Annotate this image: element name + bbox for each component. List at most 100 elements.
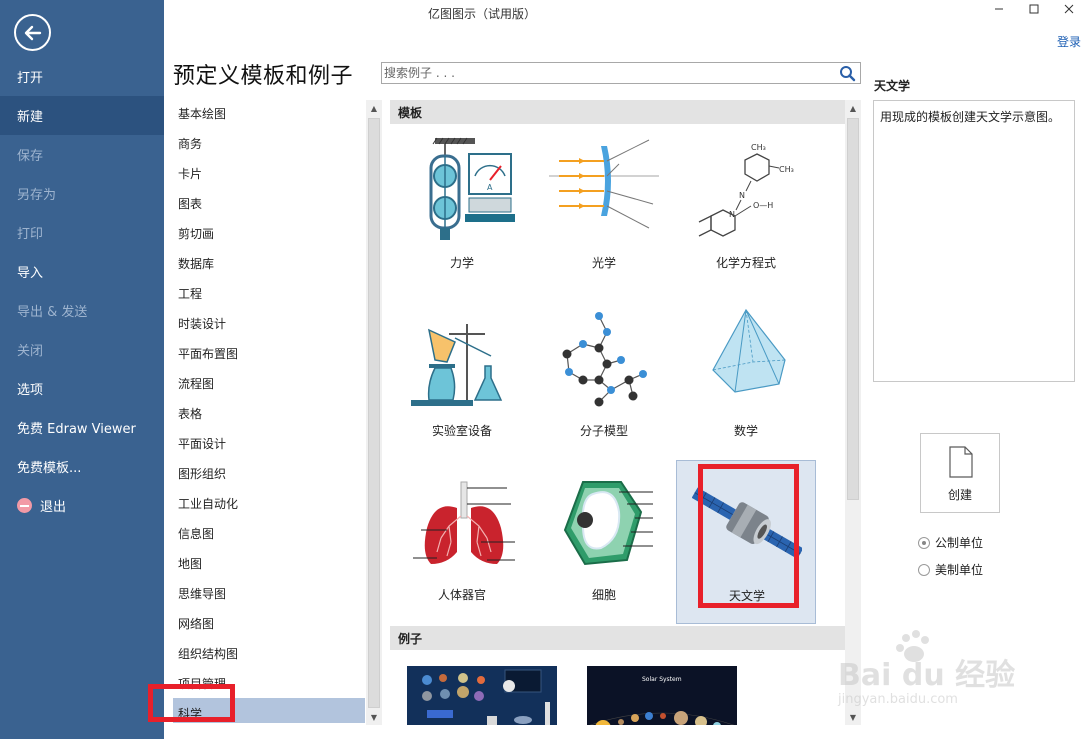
category-item[interactable]: 组织结构图 [173, 638, 365, 668]
nav-save-as-label: 另存为 [17, 188, 57, 203]
template-tile-molecular-model[interactable]: 分子模型 [534, 296, 674, 460]
nav-export-send[interactable]: 导出 & 发送 [0, 291, 164, 330]
category-scrollbar[interactable]: ▲ ▼ [366, 100, 382, 725]
unit-us-option[interactable]: 美制单位 [918, 561, 983, 578]
create-button[interactable]: 创建 [920, 433, 1000, 513]
templates-section-header: 模板 [390, 100, 845, 124]
nav-free-viewer[interactable]: 免费 Edraw Viewer [0, 408, 164, 447]
template-label: 天文学 [728, 589, 765, 603]
page-title: 预定义模板和例子 [173, 64, 354, 89]
template-tile-optics[interactable]: 光学 [534, 128, 674, 292]
back-button[interactable] [14, 14, 51, 51]
nav-export-send-label: 导出 & 发送 [17, 305, 88, 320]
category-item[interactable]: 项目管理 [173, 668, 365, 698]
login-link[interactable]: 登录 [1057, 33, 1081, 50]
mathematics-thumbnail [712, 308, 786, 393]
category-item[interactable]: 工程 [173, 278, 365, 308]
nav-save[interactable]: 保存 [0, 135, 164, 174]
category-item[interactable]: 科学 [173, 698, 365, 723]
close-window-button[interactable] [1060, 2, 1078, 16]
nav-close-label: 关闭 [17, 344, 44, 359]
example-thumbnail-space[interactable] [407, 666, 557, 725]
category-item[interactable]: 平面布置图 [173, 338, 365, 368]
svg-text:A: A [487, 183, 493, 192]
category-item[interactable]: 时装设计 [173, 308, 365, 338]
template-tile-astronomy[interactable]: 天文学 [676, 460, 816, 624]
paw-icon [896, 630, 929, 662]
search-icon[interactable] [839, 65, 856, 82]
radio-metric[interactable] [918, 536, 930, 549]
examples-section-header: 例子 [390, 626, 845, 650]
template-label: 人体器官 [437, 588, 486, 602]
minimize-button[interactable] [990, 2, 1008, 16]
nav-print[interactable]: 打印 [0, 213, 164, 252]
maximize-button[interactable] [1025, 2, 1043, 16]
template-scrollbar[interactable]: ▲ ▼ [845, 100, 861, 725]
watermark-brand: Bai du 经验 [838, 658, 1016, 693]
category-item[interactable]: 网络图 [173, 608, 365, 638]
nav-free-templates[interactable]: 免费模板... [0, 447, 164, 486]
category-item[interactable]: 流程图 [173, 368, 365, 398]
maximize-icon [1029, 4, 1039, 14]
create-button-label: 创建 [947, 488, 972, 502]
category-item[interactable]: 工业自动化 [173, 488, 365, 518]
category-item[interactable]: 地图 [173, 548, 365, 578]
category-item[interactable]: 图表 [173, 188, 365, 218]
template-label: 数学 [733, 424, 758, 438]
exit-icon [17, 498, 32, 513]
nav-close[interactable]: 关闭 [0, 330, 164, 369]
nav-new[interactable]: 新建 [0, 96, 164, 135]
example-thumbnail-solar-system[interactable]: Solar System [587, 666, 737, 725]
optics-thumbnail [549, 139, 659, 229]
category-item[interactable]: 思维导图 [173, 578, 365, 608]
nav-import[interactable]: 导入 [0, 252, 164, 291]
new-document-icon [949, 446, 973, 478]
svg-text:N: N [739, 191, 745, 200]
close-icon [1064, 4, 1074, 14]
template-label: 力学 [449, 256, 474, 270]
template-tile-mathematics[interactable]: 数学 [676, 296, 816, 460]
astronomy-thumbnail [692, 487, 802, 559]
unit-us-label: 美制单位 [935, 563, 984, 577]
nav-open-label: 打开 [17, 71, 44, 86]
category-item[interactable]: 剪切画 [173, 218, 365, 248]
scroll-thumb[interactable] [847, 118, 859, 500]
window-title: 亿图图示（试用版） [428, 7, 537, 21]
category-item[interactable]: 数据库 [173, 248, 365, 278]
category-item[interactable]: 基本绘图 [173, 98, 365, 128]
nav-save-label: 保存 [17, 149, 44, 164]
search-input[interactable] [384, 64, 829, 82]
scroll-up-arrow[interactable]: ▲ [845, 100, 861, 116]
unit-metric-label: 公制单位 [935, 536, 984, 550]
scroll-down-arrow[interactable]: ▼ [366, 709, 382, 725]
template-tile-mechanics[interactable]: A 力学 [392, 128, 532, 292]
template-label: 化学方程式 [715, 256, 776, 270]
nav-save-as[interactable]: 另存为 [0, 174, 164, 213]
baidu-watermark: Bai du 经验 jingyan.baidu.com [838, 628, 1038, 718]
category-item[interactable]: 图形组织 [173, 458, 365, 488]
nav-open[interactable]: 打开 [0, 57, 164, 96]
category-item[interactable]: 信息图 [173, 518, 365, 548]
category-item[interactable]: 卡片 [173, 158, 365, 188]
scroll-thumb[interactable] [368, 118, 380, 708]
category-item[interactable]: 平面设计 [173, 428, 365, 458]
nav-exit[interactable]: 退出 [0, 486, 164, 525]
category-item[interactable]: 表格 [173, 398, 365, 428]
category-item[interactable]: 商务 [173, 128, 365, 158]
template-tile-human-organs[interactable]: 人体器官 [392, 460, 532, 624]
template-tile-chemical-equation[interactable]: CH₃ CH₃ N N O—H 化学方程式 [676, 128, 816, 292]
nav-print-label: 打印 [17, 227, 44, 242]
template-label: 光学 [591, 256, 616, 270]
category-list: 基本绘图 商务 卡片 图表 剪切画 数据库 工程 时装设计 平面布置图 流程图 表格 平面设计 图形组织… [173, 98, 365, 723]
unit-metric-option[interactable]: 公制单位 [918, 534, 983, 551]
scroll-up-arrow[interactable]: ▲ [366, 100, 382, 116]
nav-options[interactable]: 选项 [0, 369, 164, 408]
chemical-equation-thumbnail: CH₃ CH₃ N N O—H [698, 143, 794, 237]
scroll-down-arrow[interactable]: ▼ [845, 709, 861, 725]
template-tile-cell[interactable]: 细胞 [534, 460, 674, 624]
space-example-image [407, 666, 557, 725]
svg-text:CH₃: CH₃ [779, 165, 794, 174]
radio-us[interactable] [918, 563, 930, 576]
nav-free-viewer-label: 免费 Edraw Viewer [17, 422, 136, 437]
template-tile-lab-equipment[interactable]: 实验室设备 [392, 296, 532, 460]
